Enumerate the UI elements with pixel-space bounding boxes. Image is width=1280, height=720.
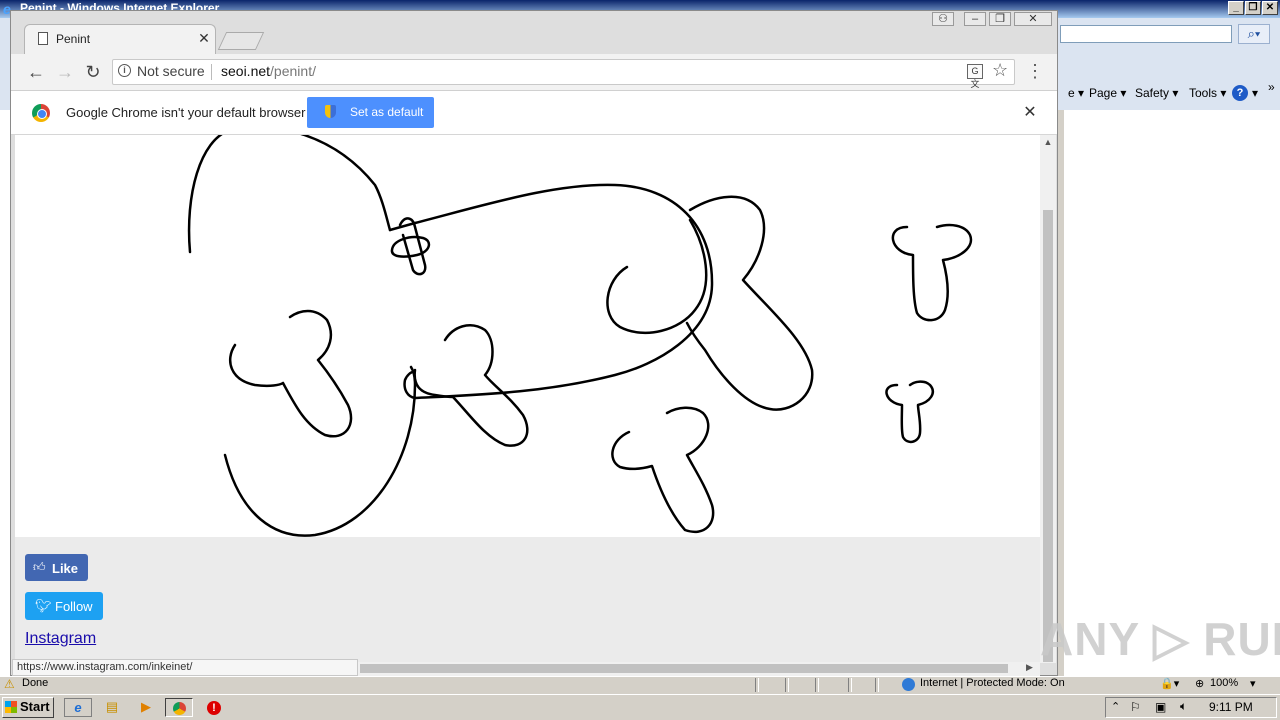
profile-icon[interactable]: ⚇ — [932, 12, 954, 26]
stroke-mushroom-3 — [611, 406, 715, 533]
stroke-large-arc — [187, 125, 392, 254]
scroll-up-arrow-icon[interactable]: ▲ — [1041, 137, 1055, 147]
tab-close-icon[interactable]: ✕ — [197, 30, 211, 47]
ie-status-text: Done — [22, 677, 49, 689]
stroke-limb-right — [685, 195, 814, 411]
url-path: /penint/ — [270, 63, 316, 79]
browser-tab[interactable] — [24, 24, 216, 54]
globe-icon — [902, 678, 915, 691]
volume-icon[interactable]: 🔈︎ — [1180, 699, 1187, 714]
link-hover-status: https://www.instagram.com/inkeinet/ — [12, 659, 358, 676]
restore-button[interactable]: ❐ — [989, 12, 1011, 26]
stroke-mushroom-1 — [228, 309, 353, 438]
taskbar-media-player-icon[interactable]: ▶ — [132, 698, 160, 717]
taskbar-stop-icon[interactable]: ! — [200, 698, 228, 717]
set-as-default-label: Set as default — [350, 105, 424, 119]
stroke-mushroom-4 — [891, 223, 973, 322]
bookmark-star-icon[interactable]: ☆ — [992, 60, 1008, 81]
chrome-logo-center — [37, 109, 47, 119]
address-separator — [211, 64, 212, 80]
ie-security-zone: Internet | Protected Mode: On — [920, 677, 1065, 689]
reload-icon[interactable]: ↻ — [83, 62, 103, 82]
follow-label: Follow — [55, 599, 93, 614]
forward-arrow-icon[interactable]: → — [55, 62, 75, 82]
ie-minimize-button[interactable]: _ — [1228, 1, 1244, 15]
page-icon — [38, 32, 48, 45]
windows-logo-icon — [5, 701, 17, 713]
instagram-link[interactable]: Instagram — [25, 630, 96, 648]
network-icon[interactable]: ▣ — [1155, 700, 1166, 714]
horizontal-scroll-thumb[interactable] — [360, 664, 1008, 673]
status-separator — [755, 678, 759, 692]
infobar-close-icon[interactable]: ✕ — [1021, 102, 1039, 122]
vertical-scroll-thumb[interactable] — [1043, 210, 1053, 662]
twitter-bird-icon: 🐦︎ — [35, 598, 52, 613]
close-window-button[interactable]: ✕ — [1014, 12, 1052, 26]
ie-restore-button[interactable]: ❐ — [1245, 1, 1261, 15]
stroke-lower-arc — [223, 365, 417, 537]
zoom-icon: ⊕ — [1195, 678, 1205, 690]
ie-content-border — [1058, 110, 1064, 676]
infobar-message: Google Chrome isn't your default browser — [66, 105, 306, 120]
help-icon[interactable]: ? — [1232, 85, 1248, 101]
drawing-strokes — [187, 125, 973, 537]
search-icon: ⌕▾ — [1247, 26, 1261, 41]
ie-menu-fragment: e ▾ — [1068, 86, 1085, 100]
taskbar-ie-icon[interactable]: e — [64, 698, 92, 717]
back-arrow-icon[interactable]: ← — [26, 62, 46, 82]
stroke-body — [388, 183, 714, 400]
translate-icon[interactable]: G文 — [967, 64, 983, 89]
warning-icon: ⚠ — [4, 677, 15, 691]
status-separator — [785, 678, 789, 692]
ie-search-input[interactable] — [1060, 25, 1232, 43]
ie-menu-page[interactable]: Page ▾ — [1089, 86, 1126, 100]
minimize-button[interactable]: – — [964, 12, 986, 26]
tab-title: Penint — [56, 32, 91, 46]
zoom-dropdown-icon[interactable]: ▾ — [1250, 677, 1256, 690]
ie-menu-safety[interactable]: Safety ▾ — [1135, 86, 1178, 100]
like-label: Like — [52, 561, 79, 576]
stroke-mushroom-5 — [885, 380, 935, 444]
url-host: seoi.net — [221, 63, 271, 79]
chrome-menu-icon[interactable]: ⋮ — [1026, 61, 1044, 81]
ie-menu-tools[interactable]: Tools ▾ — [1189, 86, 1226, 100]
ie-zoom-level[interactable]: 100% — [1210, 677, 1238, 689]
url-text[interactable]: seoi.net/penint/ — [221, 63, 316, 79]
ie-toolbar-overflow-icon[interactable]: » — [1268, 80, 1275, 94]
status-separator — [875, 678, 879, 692]
taskbar-folder-icon[interactable]: ▤ — [98, 698, 126, 717]
scroll-right-arrow-icon[interactable]: ▶ — [1026, 662, 1033, 673]
status-separator — [848, 678, 852, 692]
ie-statusbar — [0, 676, 1280, 694]
action-center-flag-icon[interactable]: ⚐ — [1130, 700, 1141, 714]
ie-close-button[interactable]: ✕ — [1262, 1, 1278, 15]
drawing-canvas[interactable] — [15, 125, 1040, 537]
security-indicator[interactable]: Not secure — [137, 63, 205, 79]
shield-icon — [325, 105, 336, 118]
thumbs-up-icon: 👍︎ — [33, 560, 46, 574]
tray-expand-icon[interactable]: ⌃ — [1111, 700, 1120, 713]
status-separator — [815, 678, 819, 692]
ie-help-dropdown-icon[interactable]: ▾ — [1252, 86, 1258, 100]
stroke-swirl — [606, 218, 708, 335]
start-label: Start — [20, 699, 50, 714]
info-icon[interactable]: i — [118, 64, 131, 77]
ie-search-button[interactable]: ⌕▾ — [1238, 24, 1270, 44]
ie-addons-icon[interactable]: 🔒▾ — [1160, 677, 1179, 690]
anyrun-watermark: ANY ▷ RUN — [1040, 613, 1280, 665]
taskbar-clock[interactable]: 9:11 PM — [1209, 700, 1253, 714]
taskbar-chrome-icon[interactable] — [165, 698, 193, 717]
stroke-mushroom-2 — [413, 324, 529, 447]
